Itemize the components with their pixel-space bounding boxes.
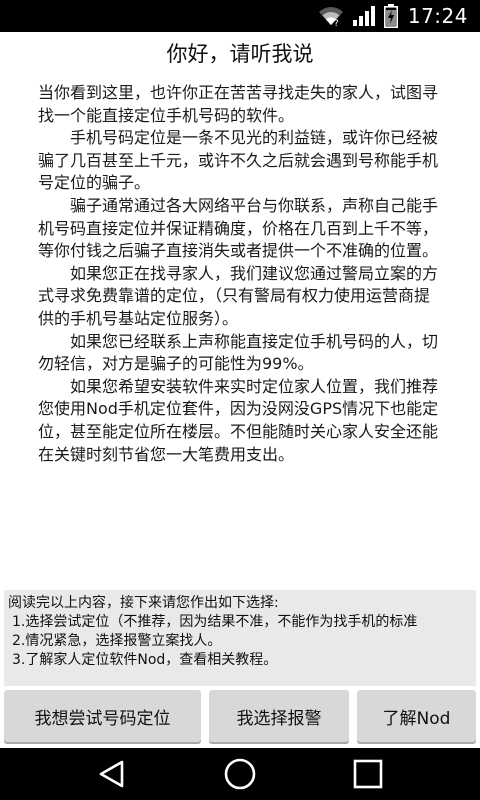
article-paragraph: 手机号码定位是一条不见光的利益链，或许你已经被骗了几百甚至上千元，或许不久之后就… <box>38 128 439 193</box>
try-locate-button[interactable]: 我想尝试号码定位 <box>4 690 201 742</box>
article-paragraph: 如果您正在找寻家人，我们建议您通过警局立案的方式寻求免费靠谱的定位，（只有警局有… <box>38 263 439 328</box>
choice-item-2: 2.情况紧急，选择报警立案找人。 <box>12 633 222 649</box>
article-paragraph: 骗子通常通过各大网络平台与你联系，声称自己能手机号码直接定位并保证精确度，价格在… <box>38 195 439 261</box>
recent-apps-icon[interactable] <box>328 748 408 800</box>
report-police-button[interactable]: 我选择报警 <box>209 690 349 742</box>
wifi-icon: ? <box>318 5 344 27</box>
status-bar: ? 17:24 <box>0 0 480 32</box>
navigation-bar <box>0 748 480 800</box>
learn-nod-button[interactable]: 了解Nod <box>357 690 476 742</box>
action-buttons: 我想尝试号码定位 我选择报警 了解Nod <box>4 690 476 742</box>
choice-item-1: 1.选择尝试定位（不推荐，因为结果不准，不能作为找手机的标准 <box>12 614 418 630</box>
article-paragraph: 如果您希望安装软件来实时定位家人位置，我们推荐您使用Nod手机定位套件，因为没网… <box>38 376 439 464</box>
home-icon[interactable] <box>200 748 280 800</box>
choices-intro: 阅读完以上内容，接下来请您作出如下选择: <box>8 595 279 611</box>
article-text: 当你看到这里，也许你正在苦苦寻找走失的家人，试图寻找一个能直接定位手机号码的软件… <box>38 82 440 466</box>
article-paragraph: 当你看到这里，也许你正在苦苦寻找走失的家人，试图寻找一个能直接定位手机号码的软件… <box>38 83 439 125</box>
choices-panel: 阅读完以上内容，接下来请您作出如下选择: 1.选择尝试定位（不推荐，因为结果不准… <box>4 590 476 686</box>
back-icon[interactable] <box>72 748 152 800</box>
article-paragraph: 如果您已经联系上声称能直接定位手机号码的人，切勿轻信，对方是骗子的可能性为99%… <box>38 331 439 374</box>
signal-icon <box>352 5 376 27</box>
page-title: 你好，请听我说 <box>166 42 314 66</box>
choice-item-3: 3.了解家人定位软件Nod，查看相关教程。 <box>12 652 278 668</box>
battery-charging-icon <box>383 4 398 28</box>
status-time: 17:24 <box>407 4 468 28</box>
svg-text:?: ? <box>334 19 339 27</box>
screen: ? 17:24 你好，请听我说 当你看到这里，也许你正在苦苦寻找走失的家人，试图… <box>0 0 480 800</box>
